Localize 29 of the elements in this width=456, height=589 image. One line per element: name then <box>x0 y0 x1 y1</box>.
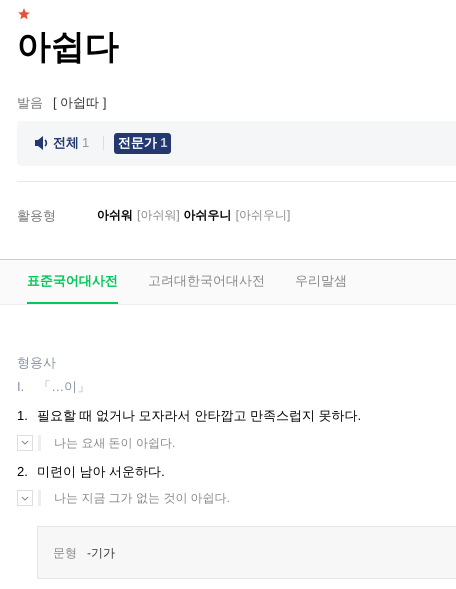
conjugation-form: 아쉬우니 <box>184 207 232 224</box>
pronunciation-value: [ 아쉽따 ] <box>53 94 106 112</box>
group-numeral: I. <box>17 378 24 396</box>
chevron-down-icon <box>21 440 29 445</box>
sense-definition: 필요할 때 없거나 모자라서 안타깝고 만족스럽지 못하다. <box>36 407 362 425</box>
audio-filter[interactable]: 전문가 1 <box>114 132 172 154</box>
expand-toggle[interactable] <box>17 490 33 506</box>
expand-toggle[interactable] <box>17 434 33 450</box>
sense-number: 1. <box>17 407 28 425</box>
speaker-icon <box>34 136 50 150</box>
pattern-value: -기가 <box>87 544 115 562</box>
dictionary-tab[interactable]: 표준국어대사전 <box>27 260 118 304</box>
sense-definition: 미련이 남아 서운하다. <box>36 462 165 480</box>
chevron-down-icon <box>21 496 29 500</box>
sentence-pattern: 「…이」 <box>38 378 90 396</box>
dictionary-tab[interactable]: 고려대한국어대사전 <box>148 260 265 304</box>
example-sentence: 나는 요새 돈이 아쉽다. <box>54 434 176 452</box>
example-sentence: 나는 지금 그가 없는 것이 아쉽다. <box>54 490 230 507</box>
part-of-speech: 형용사 <box>17 354 57 372</box>
pronunciation-label: 발음 <box>17 94 43 112</box>
sense-number: 2. <box>17 462 28 480</box>
conjugation-label: 활용형 <box>17 206 57 224</box>
dictionary-tab[interactable]: 우리말샘 <box>295 260 347 304</box>
conjugation-form: 아쉬워 <box>97 207 133 224</box>
conjugation-pronunciation: [아쉬워] <box>137 207 180 224</box>
pattern-label: 문형 <box>53 544 77 562</box>
headword: 아쉽다 <box>17 27 120 68</box>
audio-filter[interactable]: 전체 1 <box>30 132 94 154</box>
conjugation-pronunciation: [아쉬우니] <box>236 207 290 224</box>
